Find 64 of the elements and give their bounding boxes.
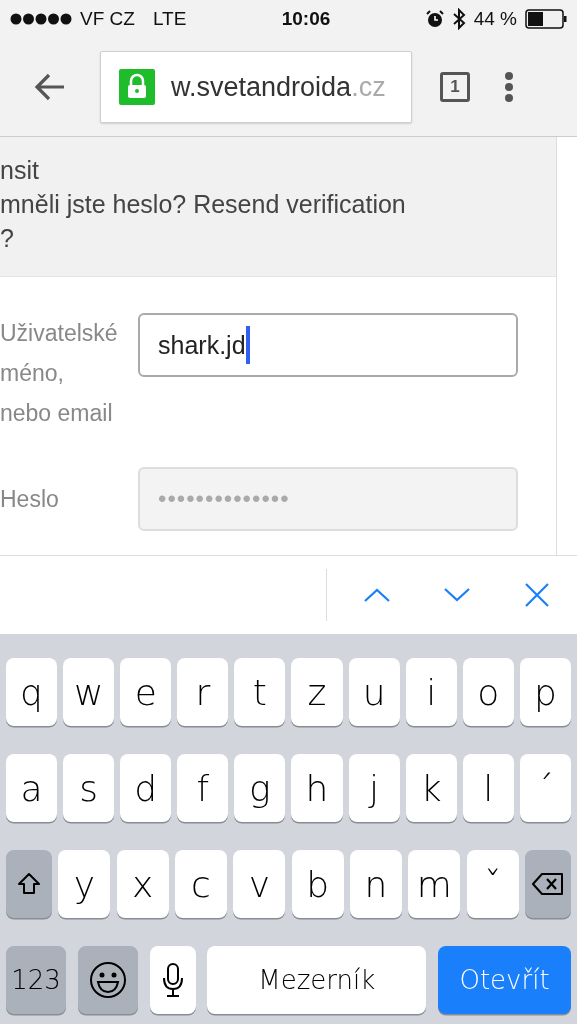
numbers-key[interactable]: 123 [6,946,66,1014]
chevron-down-icon [443,587,471,603]
tab-switcher-button[interactable]: 1 [440,72,470,102]
keyboard-key[interactable]: z [291,658,343,726]
network-type: LTE [152,8,187,30]
signal-icon [10,13,72,25]
keyboard-key[interactable]: w [63,658,115,726]
address-bar[interactable]: w.svetandroida.cz [100,51,412,123]
keyboard-key[interactable]: d [120,754,172,822]
keyboard-key[interactable]: t [234,658,286,726]
shift-key[interactable] [6,850,52,918]
delete-key[interactable] [524,850,571,918]
smiley-icon [88,961,127,999]
keyboard-key[interactable]: ´ [519,754,571,822]
keyboard-key[interactable]: q [6,658,58,726]
alarm-clock-icon [425,10,444,28]
close-icon [524,582,550,608]
keyboard-key[interactable]: i [405,658,457,726]
username-label: Uživatelské [0,319,119,348]
back-arrow-icon [34,73,66,101]
clock-time: 10:06 [281,8,331,30]
backspace-icon [531,872,564,896]
keyboard-key[interactable]: o [462,658,514,726]
keyboard-key[interactable]: v [233,850,286,918]
go-key[interactable]: Otevřít [438,946,571,1014]
keyboard-key[interactable]: s [63,754,115,822]
keyboard-key[interactable]: k [405,754,457,822]
battery-icon [525,9,567,29]
padlock-icon [119,69,155,105]
keyboard-key[interactable]: l [462,754,514,822]
dictation-key[interactable] [149,946,196,1014]
keyboard-key[interactable]: n [349,850,402,918]
keyboard-key[interactable]: ˇ [466,850,519,918]
keyboard-key[interactable]: c [175,850,227,918]
keyboard-key[interactable]: b [291,850,344,918]
emoji-key[interactable] [77,946,138,1014]
keyboard-key[interactable]: p [519,658,571,726]
header-text: nsit [0,155,40,186]
keyboard-key[interactable]: g [234,754,286,822]
password-label: Heslo [0,485,60,514]
keyboard-key[interactable]: r [177,658,229,726]
keyboard-key[interactable]: h [291,754,343,822]
chevron-up-icon [363,587,391,603]
username-label: nebo email [0,399,114,428]
keyboard-key[interactable]: y [58,850,111,918]
keyboard-key[interactable]: j [348,754,400,822]
keyboard-key[interactable]: e [120,658,172,726]
header-text: ? [0,223,15,254]
username-field[interactable]: shark.jd [138,313,518,377]
username-label: méno, [0,359,65,388]
keyboard-key[interactable]: x [116,850,169,918]
microphone-icon [161,962,184,998]
header-text: mněli jste heslo? Resend verification [0,189,407,220]
keyboard-key[interactable]: f [177,754,229,822]
shift-icon [16,871,42,897]
bluetooth-icon [451,8,466,30]
battery-percentage: 44 % [473,8,517,30]
carrier-name: VF CZ [80,8,135,30]
keyboard-key[interactable]: m [408,850,461,918]
keyboard-key[interactable]: u [348,658,400,726]
space-key[interactable]: Mezerník [207,946,427,1014]
url-text: w.svetandroida.cz [171,71,386,103]
more-menu-icon[interactable] [504,72,514,102]
keyboard-key[interactable]: a [6,754,58,822]
